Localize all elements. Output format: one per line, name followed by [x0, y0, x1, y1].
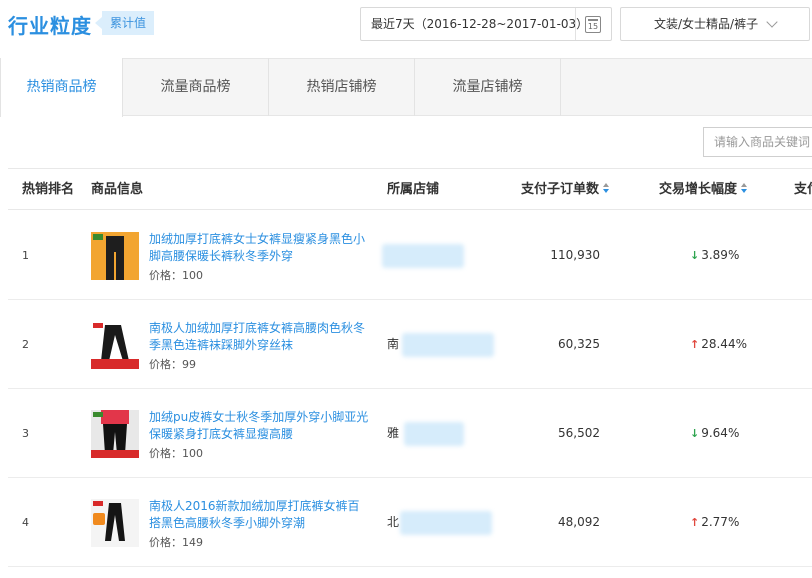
table-row: 3 加绒pu皮裤女士秋冬季加厚外穿小脚亚光保暖紧身打底女裤显瘦高腰 价格：100…: [8, 389, 812, 478]
cumulative-badge[interactable]: 累计值: [94, 11, 155, 35]
shop-name-mask: [400, 511, 492, 535]
rank-tabs: 热销商品榜 流量商品榜 热销店铺榜 流量店铺榜: [0, 58, 812, 117]
table-row: 1 加绒加厚打底裤女士女裤显瘦紧身黑色小脚高腰保暖长裤秋冬季外穿 价格：100 …: [8, 211, 812, 300]
product-thumbnail[interactable]: [91, 321, 139, 369]
col-growth[interactable]: 交易增长幅度: [659, 169, 748, 211]
tab-traffic-products[interactable]: 流量商品榜: [123, 58, 269, 116]
rank-number: 4: [22, 516, 29, 529]
tab-hot-products[interactable]: 热销商品榜: [0, 58, 123, 117]
table-header: 热销排名 商品信息 所属店铺 支付子订单数 交易增长幅度 支付: [8, 168, 812, 210]
table-row: 2 南极人加绒加厚打底裤女裤高腰肉色秋冬季黑色连裤袜踩脚外穿丝袜 价格：99 南…: [8, 300, 812, 389]
col-payment: 支付: [794, 182, 812, 197]
product-name-link[interactable]: 加绒pu皮裤女士秋冬季加厚外穿小脚亚光保暖紧身打底女裤显瘦高腰: [149, 409, 371, 443]
calendar-icon[interactable]: 15: [585, 16, 601, 33]
arrow-up-icon: ↑: [690, 338, 700, 351]
order-count: 56,502: [558, 426, 600, 440]
rank-number: 1: [22, 249, 29, 262]
col-product: 商品信息: [91, 182, 144, 197]
shop-name-mask: [382, 244, 464, 268]
product-name-link[interactable]: 南极人2016新款加绒加厚打底裤女裤百搭黑色高腰秋冬季小脚外穿潮: [149, 498, 371, 532]
product-price: 价格：100: [149, 269, 203, 282]
order-count: 48,092: [558, 515, 600, 529]
shop-name-mask: [404, 422, 464, 446]
category-text: 文装/女士精品/裤子: [654, 17, 759, 31]
shop-name[interactable]: 南: [387, 300, 399, 389]
category-select[interactable]: 文装/女士精品/裤子: [620, 7, 810, 41]
col-shop: 所属店铺: [387, 182, 440, 197]
tab-traffic-shops[interactable]: 流量店铺榜: [415, 58, 561, 116]
sort-icon[interactable]: [603, 183, 610, 194]
rank-number: 3: [22, 427, 29, 440]
product-name-link[interactable]: 南极人加绒加厚打底裤女裤高腰肉色秋冬季黑色连裤袜踩脚外穿丝袜: [149, 320, 371, 354]
rank-number: 2: [22, 338, 29, 351]
table-row: 4 南极人2016新款加绒加厚打底裤女裤百搭黑色高腰秋冬季小脚外穿潮 价格：14…: [8, 478, 812, 567]
product-thumbnail[interactable]: [91, 499, 139, 547]
industry-rank-page: 行业粒度 累计值 最近7天（2016-12-28~2017-01-03） 15 …: [0, 0, 812, 578]
arrow-up-icon: ↑: [690, 516, 700, 529]
date-divider: [575, 8, 576, 40]
order-count: 110,930: [550, 248, 600, 262]
date-range-text: 最近7天（2016-12-28~2017-01-03）: [371, 17, 589, 31]
shop-name[interactable]: 北: [387, 478, 399, 567]
product-thumbnail[interactable]: [91, 232, 139, 280]
product-thumbnail[interactable]: [91, 410, 139, 458]
product-search-input[interactable]: [703, 127, 812, 157]
date-range-picker[interactable]: 最近7天（2016-12-28~2017-01-03） 15: [360, 7, 612, 41]
product-price: 价格：99: [149, 358, 196, 371]
col-orders[interactable]: 支付子订单数: [521, 169, 610, 211]
growth-rate: ↓ 3.89%: [690, 211, 739, 300]
product-price: 价格：149: [149, 536, 203, 549]
col-rank: 热销排名: [22, 182, 75, 197]
sort-icon[interactable]: [741, 183, 748, 194]
shop-name[interactable]: 雅: [387, 389, 399, 478]
growth-rate: ↑ 28.44%: [690, 300, 747, 389]
growth-rate: ↓ 9.64%: [690, 389, 739, 478]
product-price: 价格：100: [149, 447, 203, 460]
chevron-down-icon: [766, 16, 778, 28]
order-count: 60,325: [558, 337, 600, 351]
product-name-link[interactable]: 加绒加厚打底裤女士女裤显瘦紧身黑色小脚高腰保暖长裤秋冬季外穿: [149, 231, 371, 265]
tab-hot-shops[interactable]: 热销店铺榜: [269, 58, 415, 116]
arrow-down-icon: ↓: [690, 249, 700, 262]
arrow-down-icon: ↓: [690, 427, 700, 440]
shop-name-mask: [402, 333, 494, 357]
page-title: 行业粒度: [8, 14, 92, 38]
growth-rate: ↑ 2.77%: [690, 478, 739, 567]
